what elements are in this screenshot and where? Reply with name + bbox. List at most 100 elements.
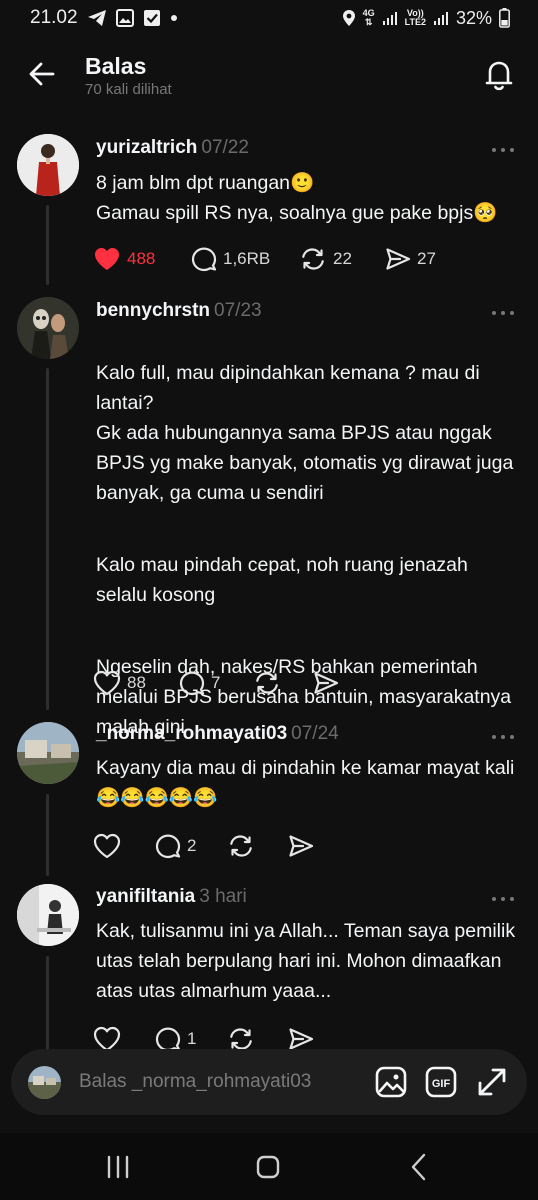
post-time: 3 hari <box>199 886 247 907</box>
comment-button[interactable]: 1,6RB <box>191 244 270 274</box>
like-button[interactable] <box>93 831 121 861</box>
like-button[interactable]: 88 <box>93 668 146 698</box>
share-button[interactable]: 27 <box>385 244 436 274</box>
username[interactable]: yanifiltania <box>96 886 195 907</box>
expand-button[interactable] <box>475 1065 509 1099</box>
comment-icon <box>155 834 181 859</box>
repost-button[interactable]: 22 <box>299 244 352 274</box>
repost-button[interactable] <box>227 1024 255 1050</box>
more-icon <box>492 735 514 739</box>
recents-icon <box>107 1155 129 1179</box>
battery-percent: 32% <box>455 7 492 28</box>
like-count: 488 <box>127 249 156 268</box>
comment-button[interactable]: 2 <box>155 831 196 861</box>
repost-button[interactable] <box>253 668 281 698</box>
share-icon <box>314 672 339 694</box>
signal-icon <box>382 10 398 26</box>
post-text: 8 jam blm dpt ruangan🙂 Gamau spill RS ny… <box>96 172 498 224</box>
home-icon <box>256 1155 280 1179</box>
page-title: Balas <box>85 53 147 79</box>
gif-label: GIF <box>432 1078 451 1090</box>
post-text: Kayany dia mau di pindahin ke kamar maya… <box>96 757 515 809</box>
battery-icon <box>499 8 510 28</box>
share-icon <box>386 248 411 270</box>
expand-icon <box>478 1068 506 1096</box>
post-text: Kalo full, mau dipindahkan kemana ? mau … <box>96 328 516 772</box>
share-count: 27 <box>417 249 436 268</box>
comment-button[interactable]: 7 <box>179 668 220 698</box>
recents-button[interactable] <box>101 1151 135 1183</box>
status-time: 21.02 <box>30 7 78 28</box>
avatar[interactable] <box>17 297 79 359</box>
back-button[interactable] <box>26 58 58 90</box>
repost-count: 22 <box>333 249 352 268</box>
lte2-label: LTE2 <box>404 17 426 27</box>
gif-icon: GIF <box>425 1066 457 1098</box>
post-paragraph: Kalo mau pindah cepat, noh ruang jenazah… <box>96 554 468 606</box>
comment-button[interactable]: 1 <box>155 1024 196 1050</box>
home-button[interactable] <box>251 1151 285 1183</box>
reply-thread: bennychrstn 07/23 Kalo full, mau dipindah… <box>0 294 538 738</box>
like-count: 88 <box>127 673 146 692</box>
thread-connector <box>46 956 49 1050</box>
reply-thread: _norma_rohmayati03 07/24 Kayany dia mau d… <box>0 718 538 878</box>
more-icon <box>492 897 514 901</box>
signal-icon <box>433 10 449 26</box>
comment-icon <box>191 247 217 272</box>
post-paragraph: Kalo full, mau dipindahkan kemana ? mau … <box>96 362 514 504</box>
post-text: Kak, tulisanmu ini ya Allah... Teman say… <box>96 920 516 1002</box>
username[interactable]: bennychrstn <box>96 300 210 321</box>
username[interactable]: _norma_rohmayati03 <box>96 723 287 744</box>
repost-button[interactable] <box>227 831 255 861</box>
gif-button[interactable]: GIF <box>424 1065 458 1099</box>
more-options-button[interactable] <box>490 305 516 315</box>
repost-icon <box>230 1028 252 1050</box>
attach-image-button[interactable] <box>374 1065 408 1099</box>
post-time: 07/22 <box>201 137 249 158</box>
avatar[interactable] <box>17 722 79 784</box>
more-options-button[interactable] <box>490 729 516 739</box>
comment-count: 1 <box>187 1029 197 1048</box>
repost-icon <box>256 672 278 694</box>
image-icon <box>375 1066 407 1098</box>
comment-count: 1,6RB <box>223 249 271 268</box>
reply-input[interactable]: Balas _norma_rohmayati03 <box>79 1071 311 1093</box>
status-bar: 21.02 4G ⇅ Vo)) LTE2 32% <box>0 0 538 36</box>
repost-icon <box>302 248 324 270</box>
username[interactable]: yurizaltrich <box>96 137 197 158</box>
comment-icon <box>155 1027 181 1050</box>
reply-thread: yurizaltrich 07/22 8 jam blm dpt ruangan🙂… <box>0 130 538 290</box>
comment-icon <box>179 671 205 696</box>
telegram-icon <box>87 9 107 27</box>
like-button[interactable]: 488 <box>93 244 155 274</box>
post-header: _norma_rohmayati03 07/24 <box>96 723 339 745</box>
share-button[interactable] <box>288 831 314 861</box>
more-options-button[interactable] <box>490 142 516 152</box>
heart-icon <box>93 833 121 859</box>
gallery-icon <box>115 9 134 27</box>
more-icon <box>492 148 514 152</box>
notification-button[interactable] <box>482 57 516 93</box>
share-button[interactable] <box>313 668 339 698</box>
like-button[interactable] <box>93 1024 121 1050</box>
system-nav-bar <box>0 1133 538 1200</box>
reply-composer[interactable]: Balas _norma_rohmayati03 GIF <box>11 1049 527 1115</box>
share-icon <box>289 835 314 857</box>
more-options-button[interactable] <box>490 891 516 901</box>
heart-icon <box>95 248 119 270</box>
nav-back-button[interactable] <box>402 1151 436 1183</box>
network-volte: Vo)) LTE2 <box>405 9 426 27</box>
comment-count: 2 <box>187 836 197 855</box>
post-time: 07/23 <box>214 300 262 321</box>
network-4g: 4G ⇅ <box>362 8 375 27</box>
reply-thread: yanifiltania 3 hari Kak, tulisanmu ini ya… <box>0 880 538 1050</box>
thread-connector <box>46 205 49 285</box>
top-header: Balas 70 kali dilihat <box>0 44 538 108</box>
share-button[interactable] <box>288 1024 314 1050</box>
repost-icon <box>230 835 252 857</box>
bell-icon <box>485 61 513 91</box>
share-icon <box>289 1028 314 1050</box>
post-header: yurizaltrich 07/22 <box>96 137 249 159</box>
avatar[interactable] <box>17 884 79 946</box>
avatar[interactable] <box>17 134 79 196</box>
